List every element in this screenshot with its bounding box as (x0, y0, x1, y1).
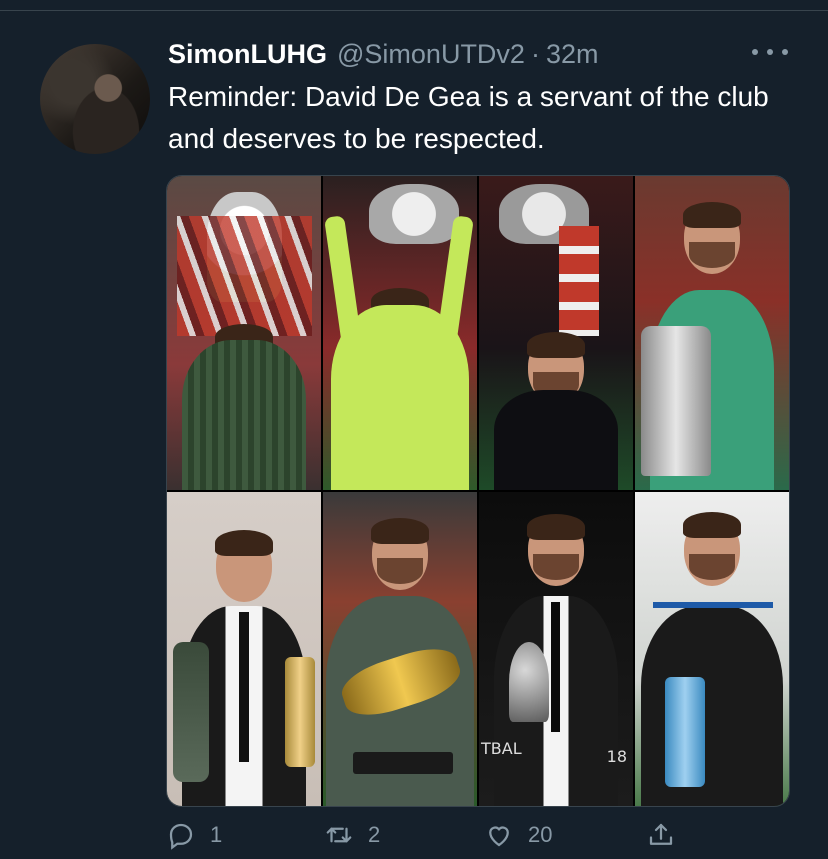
trophy-icon (509, 642, 549, 722)
share-button[interactable] (646, 815, 690, 855)
photo-league-cup-trophy[interactable] (479, 176, 633, 490)
separator: · (530, 38, 540, 69)
retweet-count: 2 (368, 822, 381, 847)
more-options-icon[interactable] (752, 42, 788, 62)
trophy-icon (285, 657, 315, 767)
tweet-actions: 1 2 20 (166, 815, 696, 855)
timestamp[interactable]: 32m (546, 39, 599, 70)
caption-left: TBAL (481, 739, 522, 758)
statue-icon (173, 642, 209, 782)
media-grid[interactable]: TBAL 18 (166, 175, 790, 807)
ribbons (559, 226, 599, 336)
like-button[interactable]: 20 (484, 815, 552, 855)
user-handle[interactable]: @SimonUTDv2 (337, 39, 525, 70)
like-count: 20 (528, 822, 553, 847)
like-icon (489, 826, 509, 847)
ribbons (177, 216, 312, 336)
tweet[interactable]: SimonLUHG @SimonUTDv2 · 32m Reminder: Da… (0, 10, 828, 859)
photo-europa-league-trophy[interactable] (635, 176, 789, 490)
tweet-text: Reminder: David De Gea is a servant of t… (168, 81, 769, 154)
retweet-icon (326, 827, 352, 843)
photo-suit-awards[interactable] (167, 492, 321, 806)
display-name[interactable]: SimonLUHG (168, 39, 327, 70)
trophy-base (353, 752, 453, 774)
reply-button[interactable]: 1 (166, 815, 222, 855)
share-icon (649, 823, 673, 845)
retweet-button[interactable]: 2 (324, 815, 380, 855)
photo-premier-league-trophy[interactable] (167, 176, 321, 490)
photo-player-of-month-award[interactable] (635, 492, 789, 806)
avatar[interactable] (40, 44, 150, 154)
photo-fa-cup-celebration[interactable] (323, 176, 477, 490)
trophy-icon (369, 184, 459, 244)
reply-count: 1 (210, 822, 223, 847)
photo-golden-glove-award[interactable] (323, 492, 477, 806)
trophy-icon (665, 677, 705, 787)
tweet-header: SimonLUHG @SimonUTDv2 · 32m (168, 34, 788, 74)
photo-the-best-award[interactable]: TBAL 18 (479, 492, 633, 806)
trophy-icon (641, 326, 711, 476)
reply-icon (169, 823, 193, 850)
caption-right: 18 (606, 747, 627, 766)
